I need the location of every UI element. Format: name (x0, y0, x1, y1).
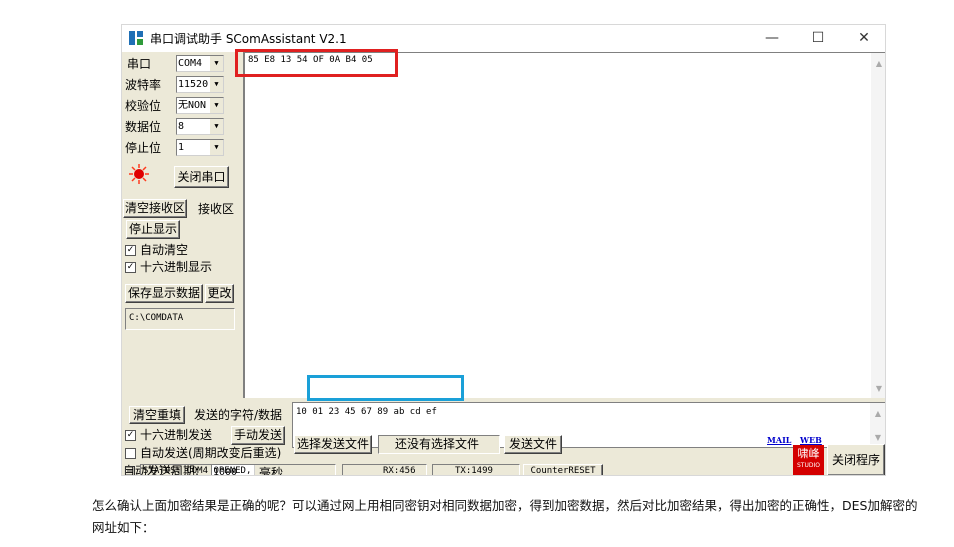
stopbits-label: 停止位 (125, 141, 162, 155)
highlight-box-receive (235, 49, 398, 77)
checkbox-check-icon: ✓ (125, 244, 136, 256)
scroll-down-icon[interactable]: ▼ (871, 380, 885, 396)
article-caption: 怎么确认上面加密结果是正确的呢？可以通过网上用相同密钥对相同数据加密，得到加密数… (92, 498, 918, 535)
tx-counter: TX:1499 (432, 464, 520, 475)
baud-select[interactable]: 11520 ▼ (176, 76, 224, 93)
chevron-down-icon: ▼ (209, 98, 223, 113)
change-path-button[interactable]: 更改 (205, 284, 234, 303)
status-bar: STATUS: COM4 OPENED, RX:456 TX:1499 Coun… (122, 463, 822, 475)
serial-assistant-window: 串口调试助手 SComAssistant V2.1 — ☐ ✕ 串口 COM4 … (121, 24, 886, 476)
clear-receive-button[interactable]: 清空接收区 (123, 199, 187, 218)
checkbox-check-icon: ✓ (125, 429, 136, 441)
app-icon (129, 31, 143, 45)
scroll-up-icon[interactable]: ▲ (870, 405, 885, 421)
status-icon (125, 466, 135, 475)
manual-send-button[interactable]: 手动发送 (231, 426, 285, 445)
parity-select[interactable]: 无NON ▼ (176, 97, 224, 114)
send-scrollbar[interactable]: ▲ ▼ (870, 403, 885, 447)
counter-reset-button[interactable]: CounterRESET (523, 464, 603, 475)
stop-display-button[interactable]: 停止显示 (126, 220, 180, 239)
hex-send-checkbox[interactable]: ✓ 十六进制发送 (125, 428, 212, 442)
port-status-led-icon (129, 164, 149, 184)
databits-select[interactable]: 8 ▼ (176, 118, 224, 135)
auto-clear-checkbox[interactable]: ✓ 自动清空 (125, 243, 188, 257)
selected-file-field: 还没有选择文件 (378, 435, 500, 454)
send-content: 10 01 23 45 67 89 ab cd ef (296, 407, 437, 417)
chevron-down-icon: ▼ (209, 140, 223, 155)
port-label: 串口 (127, 57, 152, 71)
checkbox-check-icon: ✓ (125, 261, 136, 273)
scroll-up-icon[interactable]: ▲ (871, 55, 885, 71)
clear-resend-button[interactable]: 清空重填 (129, 406, 185, 424)
receive-scrollbar[interactable]: ▲ ▼ (871, 53, 885, 398)
maximize-button[interactable]: ☐ (795, 25, 841, 51)
close-program-button[interactable]: 关闭程序 (827, 444, 885, 475)
chevron-down-icon: ▼ (209, 119, 223, 134)
close-button[interactable]: ✕ (841, 25, 885, 51)
databits-label: 数据位 (125, 120, 162, 134)
save-display-data-button[interactable]: 保存显示数据 (125, 284, 203, 303)
auto-send-checkbox[interactable]: 自动发送(周期改变后重选) (125, 446, 281, 460)
title-bar[interactable]: 串口调试助手 SComAssistant V2.1 — ☐ ✕ (122, 25, 885, 51)
hex-display-checkbox[interactable]: ✓ 十六进制显示 (125, 260, 212, 274)
send-file-button[interactable]: 发送文件 (504, 435, 562, 454)
mail-link[interactable]: MAIL (767, 435, 791, 445)
select-file-button[interactable]: 选择发送文件 (294, 435, 372, 454)
chevron-down-icon: ▼ (209, 77, 223, 92)
window-title: 串口调试助手 SComAssistant V2.1 (150, 32, 347, 46)
close-port-button[interactable]: 关闭串口 (174, 166, 229, 188)
status-text: STATUS: COM4 OPENED, (140, 464, 336, 475)
scroll-down-icon[interactable]: ▼ (870, 429, 885, 445)
highlight-box-send (307, 375, 464, 401)
rx-counter: RX:456 (342, 464, 427, 475)
minimize-button[interactable]: — (749, 25, 795, 51)
receive-area-label: 接收区 (198, 202, 235, 216)
send-data-label: 发送的字符/数据 (194, 408, 283, 422)
parity-label: 校验位 (125, 99, 162, 113)
save-path-field[interactable]: C:\COMDATA (125, 308, 235, 330)
chevron-down-icon: ▼ (209, 56, 223, 71)
web-link[interactable]: WEB (800, 435, 822, 445)
stopbits-select[interactable]: 1 ▼ (176, 139, 224, 156)
baud-label: 波特率 (125, 78, 162, 92)
port-select[interactable]: COM4 ▼ (176, 55, 224, 72)
receive-area[interactable]: 85 E8 13 54 OF 0A B4 05 ▲ ▼ (243, 52, 885, 398)
